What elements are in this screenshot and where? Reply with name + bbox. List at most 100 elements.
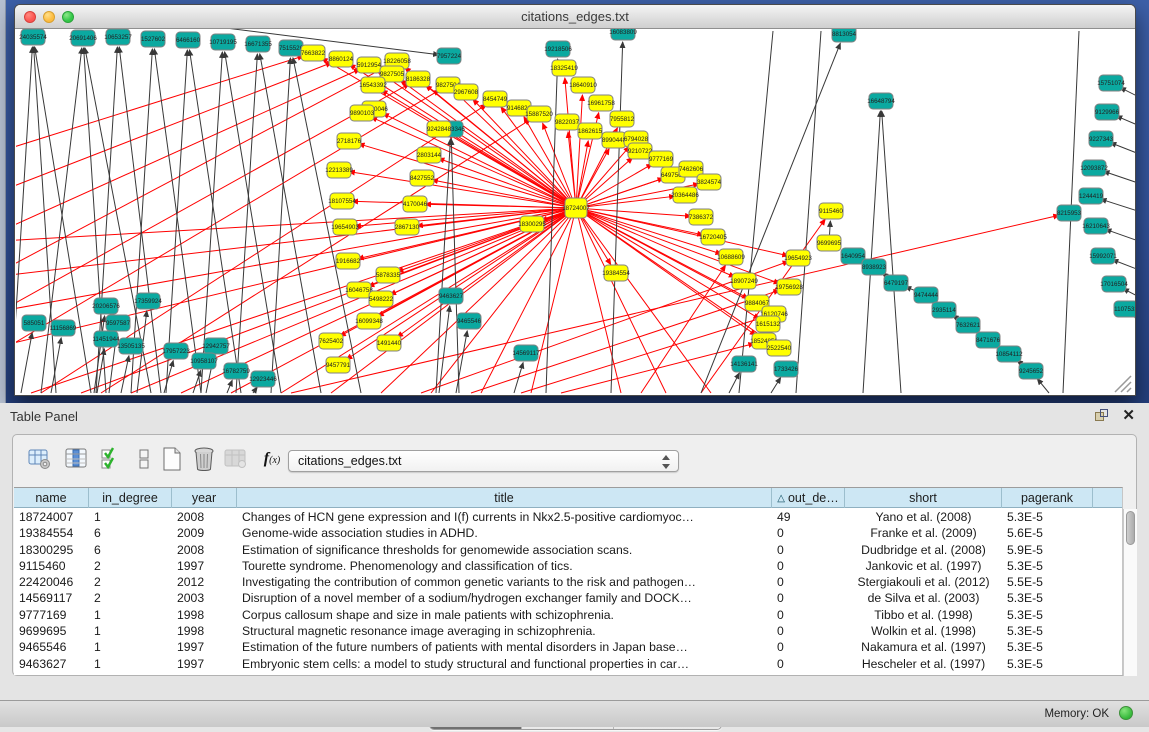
graph-node[interactable]: 8454749	[483, 91, 508, 107]
table-cell-year[interactable]: 2003	[172, 590, 237, 606]
graph-node[interactable]: 10653257	[104, 29, 132, 45]
graph-node[interactable]: 9699695	[817, 235, 842, 251]
graph-node[interactable]: 7955812	[610, 111, 635, 127]
table-cell-in_degree[interactable]: 1	[89, 607, 172, 623]
graph-node[interactable]: 9474444	[914, 287, 939, 303]
column-header-short[interactable]: short	[845, 488, 1002, 508]
graph-node[interactable]: 15751074	[1097, 75, 1125, 91]
table-cell-in_degree[interactable]: 6	[89, 525, 172, 541]
table-cell-in_degree[interactable]: 1	[89, 623, 172, 639]
table-cell-title[interactable]: Changes of HCN gene expression and I(f) …	[237, 509, 772, 525]
graph-node[interactable]: 8860124	[329, 51, 354, 67]
table-cell-in_degree[interactable]: 1	[89, 639, 172, 655]
graph-node[interactable]: 9115460	[819, 203, 843, 219]
graph-node[interactable]: 16210643	[1082, 218, 1110, 234]
table-cell-title[interactable]: Embryonic stem cells: a model to study s…	[237, 656, 772, 672]
graph-node[interactable]: 12923446	[249, 371, 277, 387]
graph-node[interactable]: 10854112	[995, 346, 1023, 362]
graph-node[interactable]: 20364486	[671, 187, 699, 203]
graph-node[interactable]: 1107533	[1114, 301, 1135, 317]
table-cell-pagerank[interactable]: 5.9E-5	[1002, 542, 1093, 558]
table-row[interactable]: 1456911722003Disruption of a novel membe…	[14, 590, 1122, 606]
network-graph[interactable]: 2403557420691406106532571527602646616010…	[16, 29, 1135, 395]
table-cell-in_degree[interactable]: 2	[89, 574, 172, 590]
graph-node[interactable]: 11156869	[50, 320, 77, 336]
graph-node[interactable]: 10688609	[717, 249, 745, 265]
resize-grip-icon[interactable]	[1111, 373, 1133, 393]
graph-node[interactable]: 1862615	[578, 123, 603, 139]
graph-node[interactable]: 13505135	[117, 338, 145, 354]
graph-node[interactable]: 7957224	[437, 48, 462, 64]
table-cell-year[interactable]: 1998	[172, 607, 237, 623]
table-cell-title[interactable]: Tourette syndrome. Phenomenology and cla…	[237, 558, 772, 574]
graph-node[interactable]: 7515526	[279, 40, 304, 56]
table-cell-short[interactable]: Franke et al. (2009)	[845, 525, 1002, 541]
graph-node[interactable]: 14569117	[512, 345, 540, 361]
table-cell-in_degree[interactable]: 2	[89, 590, 172, 606]
graph-node[interactable]: 9457791	[326, 357, 351, 373]
network-view-window[interactable]: citations_edges.txt 24035574206914061065…	[14, 4, 1136, 396]
table-cell-short[interactable]: Dudbridge et al. (2008)	[845, 542, 1002, 558]
table-cell-title[interactable]: Genome-wide association studies in ADHD.	[237, 525, 772, 541]
graph-node[interactable]: 15887520	[525, 106, 553, 122]
scrollbar-thumb[interactable]	[1126, 511, 1135, 545]
table-cell-out_de[interactable]: 0	[772, 542, 845, 558]
table-cell-out_de[interactable]: 0	[772, 656, 845, 672]
graph-node[interactable]: 20206576	[92, 298, 120, 314]
graph-node[interactable]: 12213389	[325, 162, 353, 178]
graph-node[interactable]: 18300295	[518, 216, 546, 232]
graph-node[interactable]: 2803144	[417, 147, 442, 163]
table-cell-year[interactable]: 2012	[172, 574, 237, 590]
graph-node[interactable]: 9227343	[1089, 131, 1114, 147]
table-row[interactable]: 946554611997Estimation of the future num…	[14, 639, 1122, 655]
graph-node[interactable]: 9822037	[555, 114, 580, 130]
graph-node[interactable]: 9890103	[350, 105, 375, 121]
graph-node[interactable]: 19654923	[784, 250, 812, 266]
table-cell-name[interactable]: 9463627	[14, 656, 89, 672]
float-panel-icon[interactable]	[1095, 409, 1109, 423]
table-cell-short[interactable]: Hescheler et al. (1997)	[845, 656, 1002, 672]
table-row[interactable]: 1872400712008Changes of HCN gene express…	[14, 509, 1122, 525]
graph-node[interactable]: 4170046	[403, 196, 428, 212]
graph-node[interactable]: 18325419	[550, 60, 578, 76]
graph-node[interactable]: 10958107	[190, 353, 218, 369]
table-selector-dropdown[interactable]: citations_edges.txt	[288, 450, 679, 472]
table-cell-short[interactable]: Nakamura et al. (1997)	[845, 639, 1002, 655]
table-cell-out_de[interactable]: 0	[772, 590, 845, 606]
table-cell-title[interactable]: Estimation of the future numbers of pati…	[237, 639, 772, 655]
table-cell-title[interactable]: Investigating the contribution of common…	[237, 574, 772, 590]
table-cell-name[interactable]: 9777169	[14, 607, 89, 623]
table-cell-year[interactable]: 1997	[172, 639, 237, 655]
table-mode-icon[interactable]	[27, 446, 53, 472]
graph-node[interactable]: 18640910	[569, 77, 597, 93]
graph-node[interactable]: 16648794	[867, 93, 895, 109]
table-cell-out_de[interactable]: 0	[772, 607, 845, 623]
graph-node[interactable]: 17359924	[134, 293, 162, 309]
table-row[interactable]: 911546021997Tourette syndrome. Phenomeno…	[14, 558, 1122, 574]
graph-node[interactable]: 1491440	[377, 335, 402, 351]
graph-node[interactable]: 12093872	[1080, 160, 1108, 176]
graph-node[interactable]: 15992071	[1089, 248, 1117, 264]
table-cell-pagerank[interactable]: 5.3E-5	[1002, 623, 1093, 639]
graph-node[interactable]: 9242848	[427, 121, 452, 137]
graph-node[interactable]: 2522540	[767, 340, 792, 356]
graph-node[interactable]: 8938923	[862, 259, 887, 275]
graph-node[interactable]: 3824574	[697, 174, 722, 190]
table-row[interactable]: 1938455462009Genome-wide association stu…	[14, 525, 1122, 541]
table-rows[interactable]: 1872400712008Changes of HCN gene express…	[14, 509, 1122, 675]
graph-node[interactable]: 7625402	[319, 333, 344, 349]
graph-node[interactable]: 19218506	[544, 41, 572, 57]
table-cell-name[interactable]: 18300295	[14, 542, 89, 558]
column-header-in_degree[interactable]: in_degree	[89, 488, 172, 508]
table-cell-short[interactable]: de Silva et al. (2003)	[845, 590, 1002, 606]
graph-node[interactable]: 7386372	[689, 209, 714, 225]
graph-node[interactable]: 1916682	[336, 253, 361, 269]
table-cell-short[interactable]: Wolkin et al. (1998)	[845, 623, 1002, 639]
table-cell-pagerank[interactable]: 5.5E-5	[1002, 574, 1093, 590]
table-cell-title[interactable]: Estimation of significance thresholds fo…	[237, 542, 772, 558]
graph-node[interactable]: 7632621	[956, 317, 981, 333]
graph-node[interactable]: 7663822	[301, 45, 326, 61]
table-cell-year[interactable]: 1998	[172, 623, 237, 639]
graph-node[interactable]: 19756928	[775, 279, 803, 295]
graph-node[interactable]: 19384554	[602, 265, 630, 281]
